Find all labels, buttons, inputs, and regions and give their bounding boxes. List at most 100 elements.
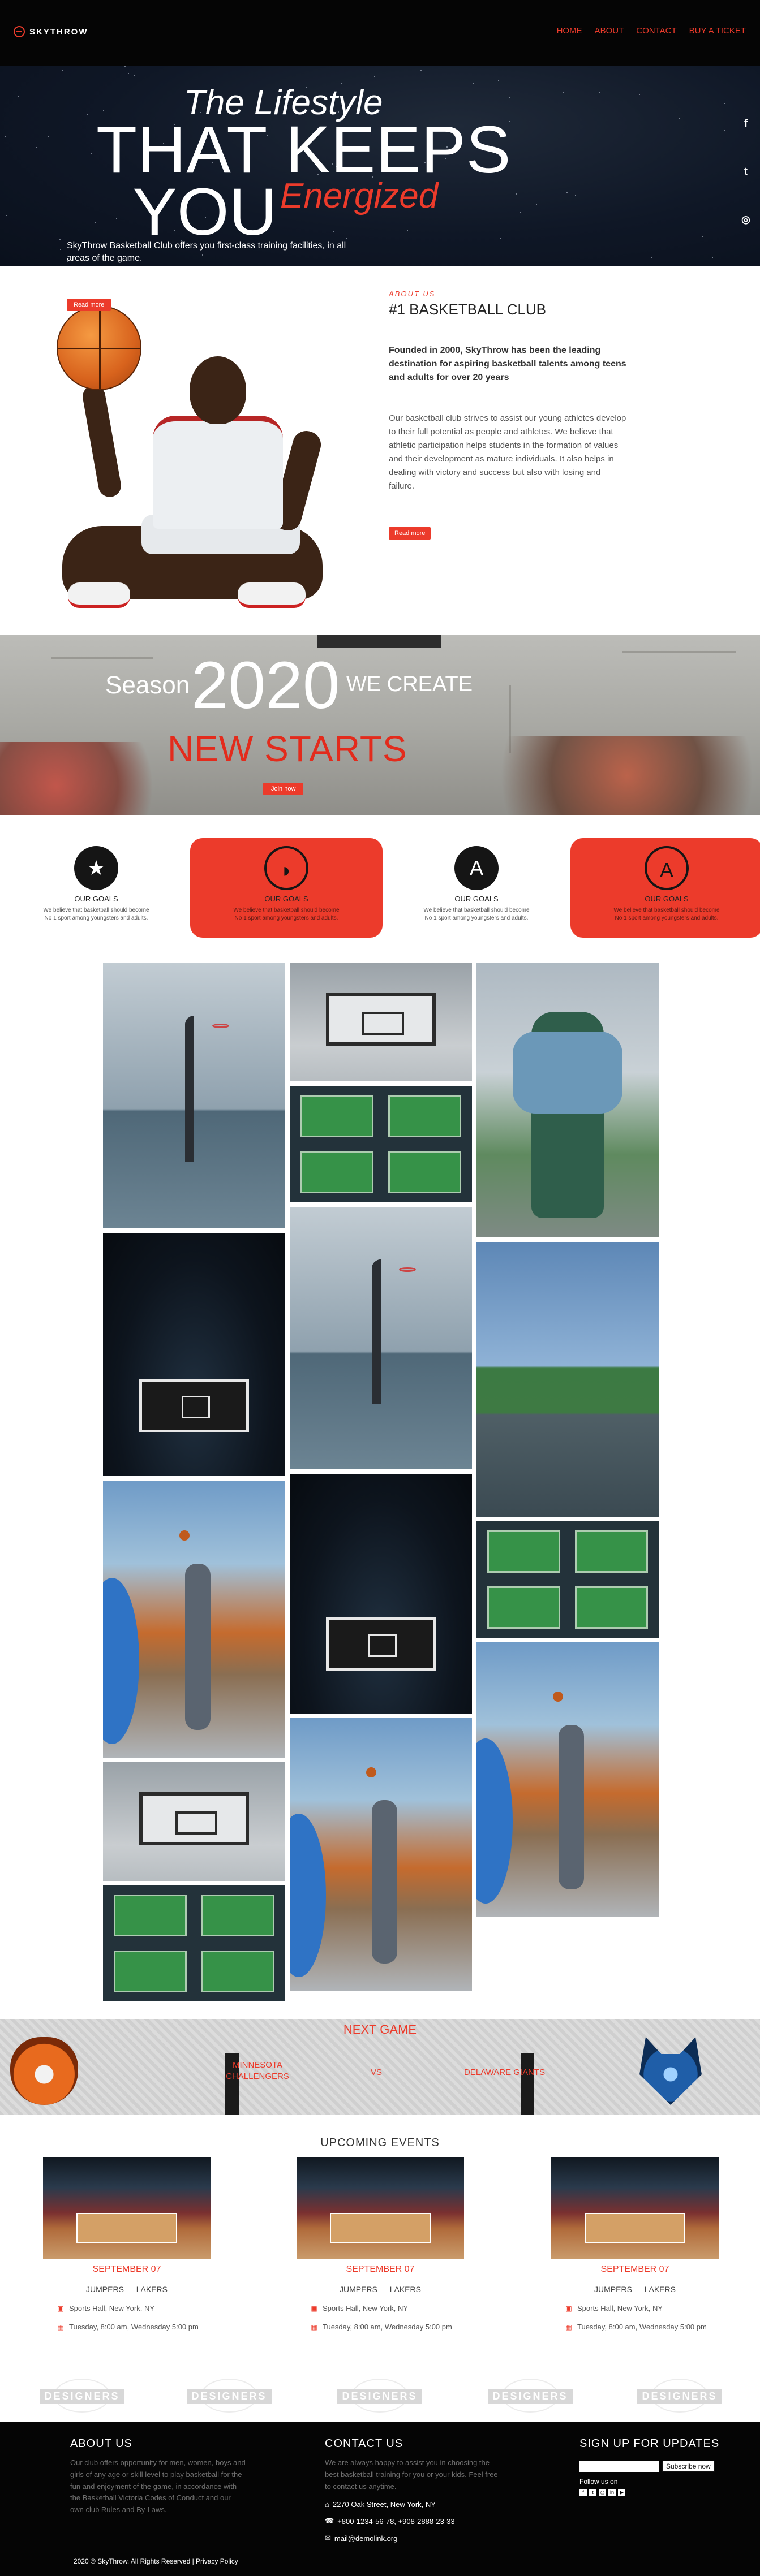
- goal-card: A OUR GOALS We believe that basketball s…: [570, 838, 760, 938]
- star-dot: [679, 118, 680, 119]
- season-create: WE CREATE: [346, 672, 473, 696]
- nav-about[interactable]: ABOUT: [595, 26, 624, 36]
- star-dot: [5, 136, 6, 137]
- gallery-photo[interactable]: [476, 963, 659, 1237]
- gallery-photo[interactable]: [476, 1242, 659, 1517]
- gallery-photo[interactable]: [103, 1762, 285, 1881]
- read-more-button[interactable]: Read more: [389, 527, 431, 540]
- read-more-button-top[interactable]: Read more: [67, 299, 111, 311]
- star-dot: [374, 76, 375, 77]
- facebook-icon[interactable]: f: [740, 118, 752, 130]
- gallery-photo[interactable]: [290, 963, 472, 1081]
- tiger-logo-icon: [10, 2037, 78, 2105]
- site-header: SKYTHROW HOME ABOUT CONTACT BUY A TICKET: [0, 0, 760, 66]
- player-head: [190, 356, 246, 424]
- email-input[interactable]: [579, 2461, 659, 2472]
- about-title: #1 BASKETBALL CLUB: [389, 301, 546, 318]
- event-photo: [551, 2157, 719, 2259]
- star-dot: [509, 97, 510, 98]
- event-date: SEPTEMBER 07: [92, 2264, 161, 2274]
- footer-email[interactable]: ✉ mail@demolink.org: [325, 2534, 500, 2543]
- event-venue-text: Sports Hall, New York, NY: [577, 2304, 663, 2312]
- star-dot: [724, 130, 725, 131]
- subscribe-button[interactable]: Subscribe now: [662, 2461, 715, 2472]
- next-game-title: NEXT GAME: [343, 2022, 417, 2036]
- sponsor-logo[interactable]: DESIGNERS: [637, 2379, 722, 2413]
- star-dot: [575, 195, 576, 196]
- graffiti-left: [0, 742, 187, 815]
- calendar-icon: ▦: [311, 2323, 317, 2331]
- instagram-icon[interactable]: ◎: [599, 2489, 606, 2496]
- main-nav: HOME ABOUT CONTACT BUY A TICKET: [557, 26, 746, 36]
- sponsor-logo[interactable]: DESIGNERS: [40, 2379, 124, 2413]
- instagram-icon[interactable]: ◎: [740, 214, 752, 226]
- gallery-photo[interactable]: [103, 1885, 285, 2001]
- join-now-button[interactable]: Join now: [263, 783, 304, 795]
- star-dot: [498, 80, 499, 81]
- facebook-icon[interactable]: f: [579, 2489, 587, 2496]
- mail-icon: ✉: [325, 2534, 331, 2543]
- footer-socials: f t ◎ in ▶: [579, 2489, 719, 2496]
- player-arm: [80, 383, 123, 499]
- goal-post: [521, 2053, 534, 2115]
- event-teams: JUMPERS — LAKERS: [86, 2285, 168, 2294]
- hero-subtitle: SkyThrow Basketball Club offers you firs…: [67, 241, 346, 264]
- hero-line-3: YOU: [132, 175, 277, 249]
- building-icon: ▣: [311, 2304, 317, 2312]
- gallery-photo[interactable]: [476, 1642, 659, 1917]
- event-venue-text: Sports Hall, New York, NY: [69, 2304, 155, 2312]
- event-venue-text: Sports Hall, New York, NY: [323, 2304, 409, 2312]
- twitter-icon[interactable]: t: [740, 166, 752, 178]
- footer-phone[interactable]: ☎ +800-1234-56-78, +908-2888-23-33: [325, 2517, 500, 2526]
- gallery-photo[interactable]: [290, 1207, 472, 1469]
- star-dot: [407, 230, 408, 231]
- gallery-photo[interactable]: [103, 963, 285, 1228]
- linkedin-icon[interactable]: in: [608, 2489, 616, 2496]
- footer-phone-text: +800-1234-56-78, +908-2888-23-33: [337, 2517, 455, 2526]
- hero-line-2: THAT KEEPS: [96, 113, 512, 187]
- wall-crack: [51, 657, 153, 659]
- nav-home[interactable]: HOME: [557, 26, 582, 36]
- calendar-icon: ▦: [565, 2323, 572, 2331]
- event-card[interactable]: SEPTEMBER 07 JUMPERS — LAKERS ▣ Sports Ha…: [551, 2157, 719, 2331]
- hero-accent: Energized: [280, 176, 439, 215]
- star-dot: [62, 70, 63, 71]
- medal-icon: ★: [74, 846, 118, 890]
- gallery-photo[interactable]: [103, 1233, 285, 1476]
- page: SKYTHROW HOME ABOUT CONTACT BUY A TICKET…: [0, 0, 760, 2576]
- star-dot: [91, 153, 92, 154]
- twitter-icon[interactable]: t: [589, 2489, 596, 2496]
- gallery-photo[interactable]: [290, 1086, 472, 1202]
- star-dot: [639, 94, 640, 95]
- sponsor-logo[interactable]: DESIGNERS: [187, 2379, 272, 2413]
- away-team: DELAWARE GIANTS: [464, 2068, 546, 2077]
- event-card[interactable]: SEPTEMBER 07 JUMPERS — LAKERS ▣ Sports Ha…: [297, 2157, 464, 2331]
- star-dot: [60, 249, 61, 250]
- goal-text: We believe that basketball should become…: [43, 907, 149, 921]
- footer-contact-title: CONTACT US: [325, 2437, 403, 2450]
- event-time-text: Tuesday, 8:00 am, Wednesday 5:00 pm: [577, 2323, 707, 2331]
- sponsor-name: DESIGNERS: [637, 2389, 722, 2404]
- gallery-photo[interactable]: [290, 1474, 472, 1714]
- nav-buy-ticket[interactable]: BUY A TICKET: [689, 26, 746, 36]
- youtube-icon[interactable]: ▶: [618, 2489, 625, 2496]
- gallery-photo[interactable]: [290, 1718, 472, 1991]
- star-dot: [599, 92, 600, 93]
- star-dot: [48, 136, 49, 137]
- graffiti-right: [464, 736, 760, 815]
- gallery-photo[interactable]: [103, 1481, 285, 1758]
- logo[interactable]: SKYTHROW: [14, 26, 88, 37]
- star-dot: [6, 215, 7, 216]
- nav-contact[interactable]: CONTACT: [636, 26, 676, 36]
- player-shoe: [68, 582, 130, 608]
- event-time: ▦ Tuesday, 8:00 am, Wednesday 5:00 pm: [43, 2323, 211, 2331]
- versus-label: VS: [371, 2068, 383, 2077]
- event-time-text: Tuesday, 8:00 am, Wednesday 5:00 pm: [69, 2323, 199, 2331]
- sponsor-logo[interactable]: DESIGNERS: [488, 2379, 573, 2413]
- signup-form: Subscribe now: [579, 2461, 719, 2472]
- star-dot: [500, 238, 501, 239]
- footer-about: ABOUT US Our club offers opportunity for…: [70, 2437, 246, 2516]
- event-card[interactable]: SEPTEMBER 07 JUMPERS — LAKERS ▣ Sports Ha…: [43, 2157, 211, 2331]
- sponsor-logo[interactable]: DESIGNERS: [337, 2379, 422, 2413]
- gallery-photo[interactable]: [476, 1521, 659, 1638]
